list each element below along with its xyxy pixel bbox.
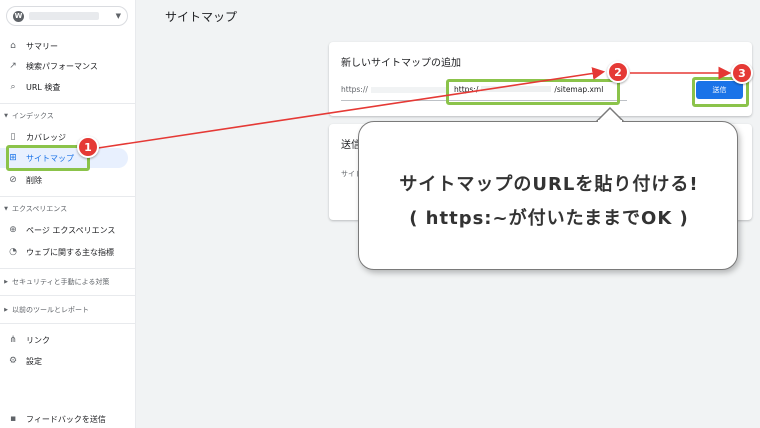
sidebar-item-label: URL 検査 <box>26 82 61 92</box>
divider <box>0 196 136 197</box>
expand-icon: ▶ <box>4 279 8 285</box>
divider <box>0 268 136 269</box>
section-experience[interactable]: ▼ エクスペリエンス <box>0 201 67 217</box>
divider <box>0 323 136 324</box>
wordpress-icon: W <box>13 10 24 22</box>
plus-circle-icon: ⊕ <box>9 225 17 235</box>
divider <box>0 103 136 104</box>
sidebar-item-label: 検索パフォーマンス <box>26 61 98 71</box>
expand-icon: ▶ <box>4 307 8 313</box>
sidebar-item-summary[interactable]: ⌂ サマリー <box>0 36 58 56</box>
sidebar-item-performance[interactable]: ↗ 検索パフォーマンス <box>0 56 98 76</box>
home-icon: ⌂ <box>10 41 16 51</box>
url-prefix: https:// <box>341 85 368 94</box>
step-badge-1: 1 <box>77 136 99 158</box>
step-badge-3: 3 <box>731 62 753 84</box>
collapse-icon: ▼ <box>4 113 8 119</box>
page-title: サイトマップ <box>165 10 238 24</box>
callout-text-line2: ( https:~が付いたままでOK ) <box>409 208 689 229</box>
links-icon: ⋔ <box>9 335 17 345</box>
section-label: エクスペリエンス <box>12 205 68 213</box>
sidebar-item-label: 設定 <box>26 356 42 366</box>
sidebar-item-label: カバレッジ <box>26 132 66 142</box>
caret-down-icon: ▼ <box>115 12 121 20</box>
sidebar-item-coverage[interactable]: ▯ カバレッジ <box>0 127 66 147</box>
sidebar-item-url-inspection[interactable]: ⌕ URL 検査 <box>0 77 60 97</box>
sidebar-item-label: サマリー <box>26 41 58 51</box>
sidebar-item-label: フィードバックを送信 <box>26 414 106 424</box>
gear-icon: ⚙ <box>8 356 18 366</box>
domain-blurred <box>371 87 446 93</box>
property-selector[interactable]: W ▼ <box>6 6 128 26</box>
sidebar-item-feedback[interactable]: ▪ フィードバックを送信 <box>0 409 106 428</box>
sidebar-item-settings[interactable]: ⚙ 設定 <box>0 351 42 371</box>
property-name-blurred <box>29 12 99 20</box>
section-legacy[interactable]: ▶ 以前のツールとレポート <box>0 302 89 318</box>
gauge-icon: ◔ <box>9 247 17 257</box>
sidebar-item-links[interactable]: ⋔ リンク <box>0 330 50 350</box>
section-label: セキュリティと手動による対策 <box>12 278 110 286</box>
highlight-url-input <box>446 79 620 105</box>
collapse-icon: ▼ <box>4 206 8 212</box>
section-security[interactable]: ▶ セキュリティと手動による対策 <box>0 274 109 290</box>
sidebar: W ▼ ⌂ サマリー ↗ 検索パフォーマンス ⌕ URL 検査 ▼ インデックス… <box>0 0 136 428</box>
callout-text-line1: サイトマップのURLを貼り付ける! <box>399 174 699 195</box>
feedback-icon: ▪ <box>9 414 17 424</box>
section-label: インデックス <box>12 112 54 120</box>
sidebar-item-label: ページ エクスペリエンス <box>26 225 116 235</box>
sidebar-item-label: 削除 <box>26 175 42 185</box>
sidebar-item-removals[interactable]: ⊘ 削除 <box>0 170 42 190</box>
instruction-callout: サイトマップのURLを貼り付ける! ( https:~が付いたままでOK ) <box>358 121 738 270</box>
search-icon: ⌕ <box>10 82 16 92</box>
sidebar-item-label: リンク <box>26 335 50 345</box>
trend-icon: ↗ <box>9 61 17 71</box>
divider <box>0 295 136 296</box>
document-icon: ▯ <box>10 132 16 142</box>
card-title: 新しいサイトマップの追加 <box>341 58 461 69</box>
sidebar-item-web-vitals[interactable]: ◔ ウェブに関する主な指標 <box>0 242 114 262</box>
section-index[interactable]: ▼ インデックス <box>0 108 54 124</box>
eye-off-icon: ⊘ <box>9 175 17 185</box>
sidebar-item-label: ウェブに関する主な指標 <box>26 247 114 257</box>
sidebar-item-page-experience[interactable]: ⊕ ページ エクスペリエンス <box>0 220 115 240</box>
step-badge-2: 2 <box>607 61 629 83</box>
section-label: 以前のツールとレポート <box>12 306 89 314</box>
